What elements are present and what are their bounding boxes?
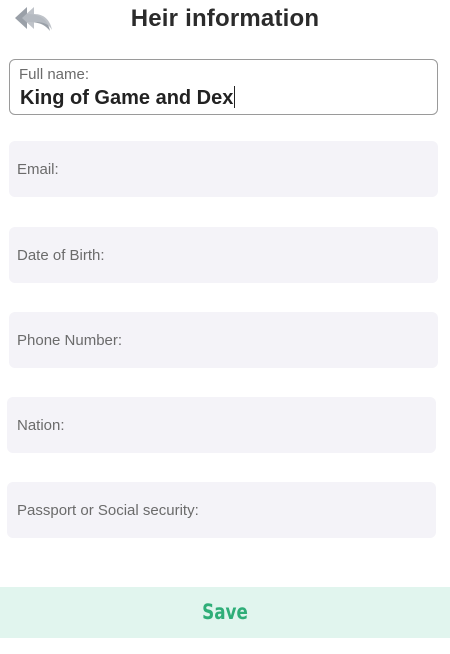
page-title: Heir information [130,5,320,32]
header: Heir information [0,0,450,40]
email-field[interactable]: Email: [9,141,438,197]
heir-information-screen: Heir information Full name: King of Game… [0,0,450,654]
email-label: Email: [17,161,59,178]
nation-field[interactable]: Nation: [7,397,436,453]
phone-number-label: Phone Number: [17,332,123,349]
nation-label: Nation: [17,417,65,434]
date-of-birth-field[interactable]: Date of Birth: [9,227,438,283]
save-label: Save [202,600,248,624]
full-name-field[interactable]: Full name: King of Game and Dex [9,59,438,115]
phone-number-field[interactable]: Phone Number: [9,312,438,368]
full-name-label: Full name: [19,66,90,83]
passport-label: Passport or Social security: [17,502,199,519]
save-button[interactable]: Save [0,587,450,638]
passport-field[interactable]: Passport or Social security: [7,482,436,538]
text-caret [234,86,236,108]
date-of-birth-label: Date of Birth: [17,247,105,264]
full-name-value: King of Game and Dex [20,86,236,109]
